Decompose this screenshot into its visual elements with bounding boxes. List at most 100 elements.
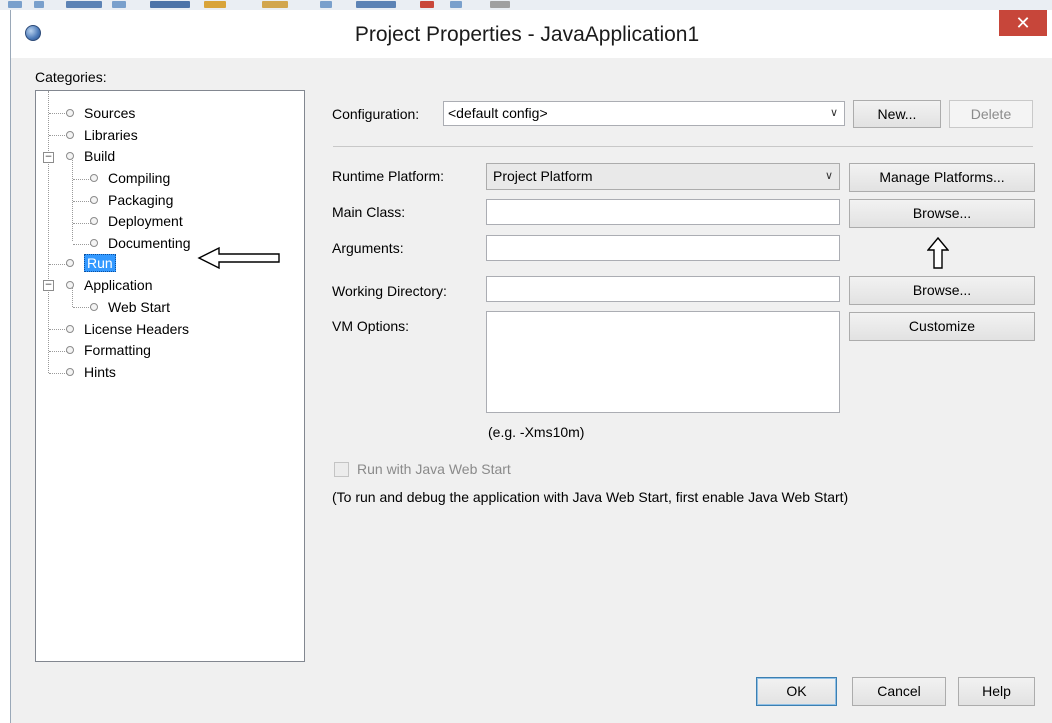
configuration-dropdown[interactable]: <default config> ∨ <box>443 101 845 126</box>
configuration-value: <default config> <box>448 105 548 121</box>
tree-item-deployment[interactable]: Deployment <box>90 211 183 231</box>
vm-options-hint: (e.g. -Xms10m) <box>488 424 585 440</box>
toolbar-icon <box>450 1 462 8</box>
toolbar-icon <box>34 1 44 8</box>
separator <box>333 146 1033 147</box>
tree-item-label: Sources <box>84 105 136 121</box>
customize-button[interactable]: Customize <box>849 312 1035 341</box>
tree-line <box>49 264 67 265</box>
tree-item-label: Application <box>84 277 153 293</box>
tree-item-build[interactable]: Build <box>66 146 115 166</box>
browse-main-class-button[interactable]: Browse... <box>849 199 1035 228</box>
tree-item-label: Compiling <box>108 170 171 186</box>
node-icon <box>66 259 74 268</box>
tree-item-label: Build <box>84 148 116 164</box>
tree-line <box>73 179 91 180</box>
toolbar-icon <box>320 1 332 8</box>
collapse-build-icon[interactable]: − <box>43 152 54 163</box>
tree-line <box>73 201 91 202</box>
tree-item-label: Web Start <box>108 299 170 315</box>
tree-item-sources[interactable]: Sources <box>66 103 135 123</box>
window-title: Project Properties - JavaApplication1 <box>354 23 700 46</box>
tree-item-label: Run <box>84 254 116 272</box>
main-class-input[interactable] <box>486 199 840 225</box>
tree-line <box>49 373 67 374</box>
project-properties-dialog: Project Properties - JavaApplication1 ✕ … <box>10 10 1052 723</box>
tree-item-label: Libraries <box>84 127 138 143</box>
node-icon <box>66 131 74 140</box>
tree-line <box>73 223 91 224</box>
browse-working-directory-button[interactable]: Browse... <box>849 276 1035 305</box>
tree-item-application[interactable]: Application <box>66 275 153 295</box>
vm-options-label: VM Options: <box>332 318 410 334</box>
tree-line <box>49 113 67 114</box>
tree-item-web-start[interactable]: Web Start <box>90 297 170 317</box>
node-icon <box>90 196 98 205</box>
node-icon <box>90 303 98 312</box>
node-icon <box>90 217 98 226</box>
ok-button[interactable]: OK <box>756 677 837 706</box>
toolbar-icon <box>262 1 288 8</box>
runtime-platform-label: Runtime Platform: <box>332 168 445 184</box>
tree-item-label: Formatting <box>84 342 151 358</box>
tree-item-documenting[interactable]: Documenting <box>90 233 191 253</box>
node-icon <box>66 152 74 161</box>
tree-item-label: Deployment <box>108 213 183 229</box>
node-icon <box>66 368 74 377</box>
tree-item-packaging[interactable]: Packaging <box>90 190 173 210</box>
toolbar-icon <box>150 1 190 8</box>
tree-line <box>73 307 91 308</box>
toolbar-icon <box>356 1 396 8</box>
tree-item-label: Packaging <box>108 192 174 208</box>
arguments-label: Arguments: <box>332 240 404 256</box>
tree-item-compiling[interactable]: Compiling <box>90 168 170 188</box>
node-icon <box>66 109 74 118</box>
cancel-button[interactable]: Cancel <box>852 677 946 706</box>
categories-label: Categories: <box>35 69 107 85</box>
tree-item-hints[interactable]: Hints <box>66 362 116 382</box>
manage-platforms-button[interactable]: Manage Platforms... <box>849 163 1035 192</box>
tree-item-libraries[interactable]: Libraries <box>66 125 138 145</box>
tree-item-label: Hints <box>84 364 116 380</box>
node-icon <box>90 174 98 183</box>
new-config-button[interactable]: New... <box>853 100 941 128</box>
close-button[interactable]: ✕ <box>999 10 1047 36</box>
chevron-down-icon: ∨ <box>824 170 833 182</box>
working-directory-label: Working Directory: <box>332 283 447 299</box>
working-directory-input[interactable] <box>486 276 840 302</box>
node-icon <box>66 325 74 334</box>
tree-item-label: Documenting <box>108 235 191 251</box>
chevron-down-icon: ∨ <box>829 107 838 119</box>
node-icon <box>66 346 74 355</box>
arguments-input[interactable] <box>486 235 840 261</box>
configuration-label: Configuration: <box>332 106 420 122</box>
runtime-platform-dropdown[interactable]: Project Platform ∨ <box>486 163 840 190</box>
runtime-platform-value: Project Platform <box>493 168 593 184</box>
collapse-application-icon[interactable]: − <box>43 280 54 291</box>
help-button[interactable]: Help <box>958 677 1035 706</box>
toolbar-icon <box>66 1 102 8</box>
node-icon <box>90 239 98 248</box>
tree-item-label: License Headers <box>84 321 190 337</box>
tree-line <box>48 91 49 373</box>
tree-item-formatting[interactable]: Formatting <box>66 340 151 360</box>
node-icon <box>66 281 74 290</box>
left-arrow-annotation-icon <box>197 246 280 270</box>
tree-line <box>49 351 67 352</box>
categories-tree[interactable]: − − Sources Libraries Build Compiling Pa… <box>35 90 305 662</box>
tree-line <box>49 135 67 136</box>
web-start-note: (To run and debug the application with J… <box>332 489 849 505</box>
delete-config-button[interactable]: Delete <box>949 100 1033 128</box>
vm-options-textarea[interactable] <box>486 311 840 413</box>
main-class-label: Main Class: <box>332 204 406 220</box>
tree-item-license-headers[interactable]: License Headers <box>66 319 189 339</box>
up-arrow-annotation-icon <box>927 236 949 269</box>
toolbar-icon <box>420 1 434 8</box>
toolbar-icon <box>204 1 226 8</box>
toolbar-icon <box>112 1 126 8</box>
run-with-web-start-checkbox[interactable] <box>334 462 349 477</box>
tree-item-run[interactable]: Run <box>66 253 116 273</box>
background-toolbar-strip <box>0 0 1052 10</box>
title-bar[interactable]: Project Properties - JavaApplication1 ✕ <box>11 10 1052 58</box>
toolbar-icon <box>490 1 510 8</box>
